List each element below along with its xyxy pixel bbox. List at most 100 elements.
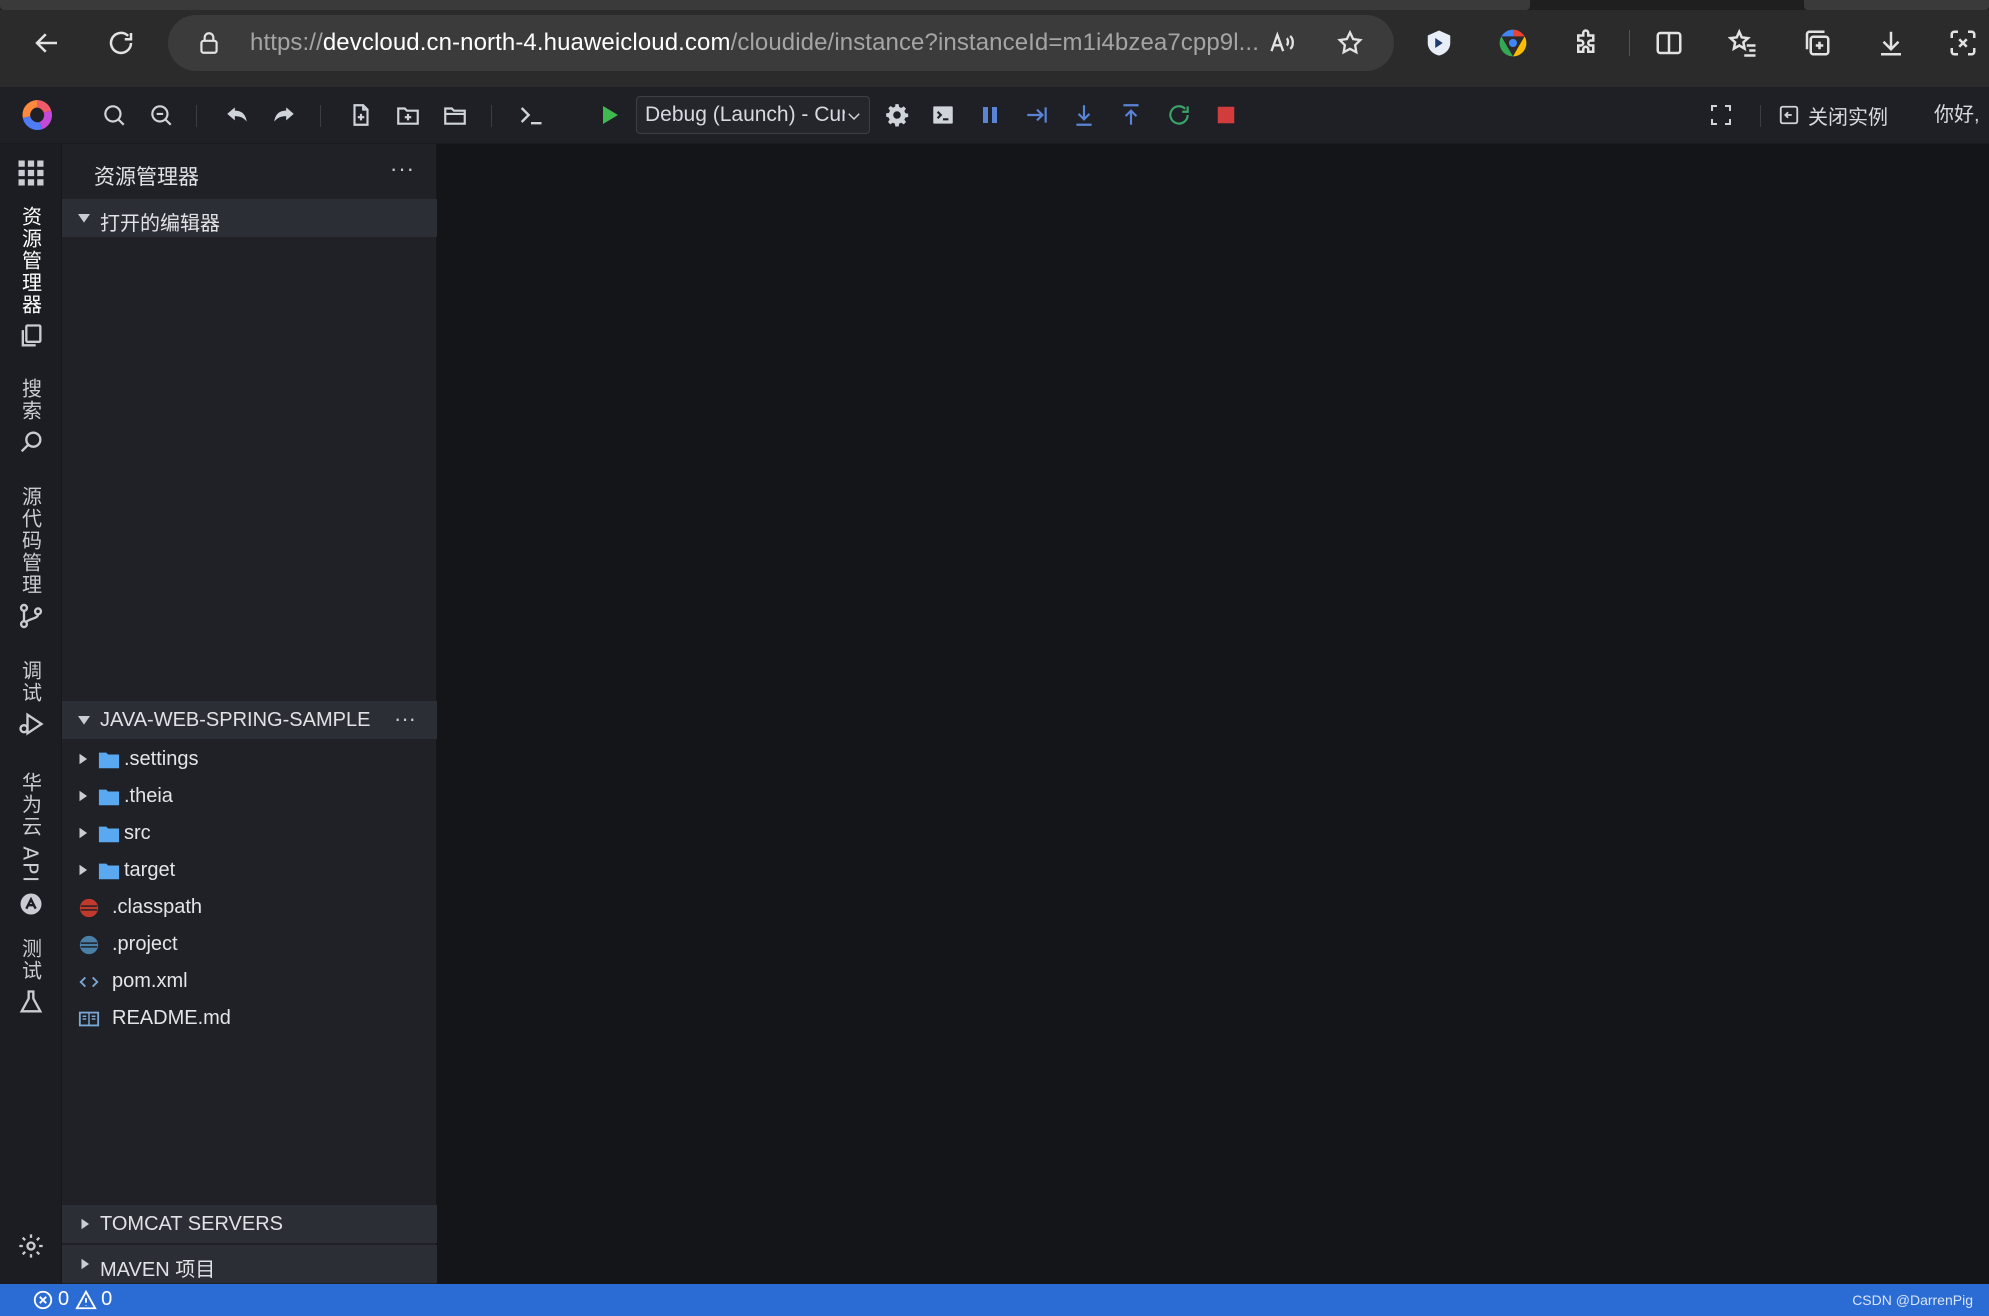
search-button[interactable] <box>95 96 133 134</box>
screenshot-button[interactable] <box>1940 20 1986 66</box>
restart-icon <box>1169 105 1189 125</box>
activity-explorer[interactable]: 资源管理器 <box>0 206 62 350</box>
extensions-button[interactable] <box>1564 20 1610 66</box>
back-button[interactable] <box>24 20 70 66</box>
warning-count: 0 <box>101 1288 113 1310</box>
panel-more-actions[interactable]: ··· <box>390 156 415 182</box>
url-host: devcloud.cn-north-4.huaweicloud.com <box>322 29 731 56</box>
puzzle-icon <box>1577 29 1595 53</box>
open-folder-button[interactable] <box>436 96 474 134</box>
debug-config-select[interactable]: Debug (Launch) - Curr <box>636 96 870 134</box>
terminal-button[interactable] <box>512 96 550 134</box>
favorites-button[interactable] <box>1720 20 1766 66</box>
tree-item-pom[interactable]: pom.xml <box>62 962 437 999</box>
activity-search-label: 搜索 <box>18 378 43 422</box>
extension-shield-button[interactable] <box>1416 20 1462 66</box>
pause-button[interactable] <box>971 96 1009 134</box>
url-text[interactable]: https://devcloud.cn-north-4.huaweicloud.… <box>250 29 1259 57</box>
ide-toolbar: Debug (Launch) - Curr 关闭实例 <box>0 87 1989 144</box>
step-over-button[interactable] <box>1018 96 1056 134</box>
debug-settings-button[interactable] <box>878 96 916 134</box>
tree-item-target[interactable]: target <box>62 851 437 888</box>
lock-icon[interactable] <box>196 30 222 56</box>
collections-icon <box>1805 30 1830 56</box>
color-extension-button[interactable] <box>1490 20 1536 66</box>
maven-projects-header[interactable]: MAVEN 项目 <box>62 1245 437 1283</box>
apps-grid-icon <box>18 160 44 186</box>
step-into-button[interactable] <box>1065 96 1103 134</box>
debug-console-button[interactable] <box>924 96 962 134</box>
new-folder-icon <box>397 107 419 125</box>
stop-button[interactable] <box>1207 96 1245 134</box>
inactive-tab-edge[interactable] <box>1804 0 1989 10</box>
activity-explorer-label: 资源管理器 <box>18 206 43 316</box>
favorite-star-icon[interactable] <box>1336 29 1364 57</box>
user-greeting[interactable]: 你好, <box>1934 98 1980 127</box>
close-instance-button[interactable]: 关闭实例 <box>1778 96 1888 134</box>
redo-button[interactable] <box>265 96 303 134</box>
new-file-button[interactable] <box>342 96 380 134</box>
screenshot-icon <box>1950 30 1976 56</box>
downloads-button[interactable] <box>1868 20 1914 66</box>
warning-triangle-icon <box>75 1289 97 1309</box>
caret-right-icon <box>79 827 88 839</box>
exit-icon <box>1779 105 1799 125</box>
tree-item-settings[interactable]: .settings <box>62 740 437 777</box>
activity-source-control[interactable]: 源代码管理 <box>0 486 62 630</box>
codearts-logo[interactable] <box>16 94 58 136</box>
tree-item-classpath[interactable]: .classpath <box>62 888 437 925</box>
caret-right-icon <box>79 790 88 802</box>
shield-extension-icon <box>1427 30 1451 56</box>
eclipse-classpath-icon <box>79 898 99 918</box>
tomcat-servers-header[interactable]: TOMCAT SERVERS <box>62 1205 437 1243</box>
fullscreen-button[interactable] <box>1702 96 1740 134</box>
activity-search[interactable]: 搜索 <box>0 378 62 456</box>
search-replace-button[interactable] <box>142 96 180 134</box>
folder-icon <box>98 863 120 880</box>
editor-area[interactable] <box>437 144 1989 1284</box>
split-screen-button[interactable] <box>1646 20 1692 66</box>
tree-item-theia[interactable]: .theia <box>62 777 437 814</box>
tree-item-src[interactable]: src <box>62 814 437 851</box>
tree-item-project[interactable]: .project <box>62 925 437 962</box>
chevron-down-icon <box>848 113 860 121</box>
open-editors-header[interactable]: 打开的编辑器 <box>62 199 437 237</box>
stop-icon <box>1217 106 1235 124</box>
gear-icon <box>886 104 909 127</box>
tree-item-label: .classpath <box>112 896 203 918</box>
address-bar[interactable]: https://devcloud.cn-north-4.huaweicloud.… <box>168 15 1394 71</box>
new-folder-button[interactable] <box>389 96 427 134</box>
apps-grid-button[interactable] <box>0 152 62 188</box>
tree-item-readme[interactable]: README.md <box>62 999 437 1036</box>
explorer-panel: 资源管理器 ··· 打开的编辑器 JAVA-WEB-SPRING-SAMPLE … <box>62 144 437 1284</box>
activity-debug[interactable]: 调试 <box>0 660 62 738</box>
folder-icon <box>98 789 120 806</box>
problems-indicator[interactable]: 0 0 <box>32 1288 112 1311</box>
folder-icon <box>98 752 120 769</box>
reload-button[interactable] <box>98 20 144 66</box>
activity-api-label: 华为云 API <box>18 772 43 884</box>
active-tab-edge[interactable] <box>0 0 1530 10</box>
caret-down-icon <box>78 214 90 223</box>
activity-test[interactable]: 测试 <box>0 938 62 1016</box>
pause-icon <box>983 107 997 123</box>
close-instance-label: 关闭实例 <box>1808 106 1888 129</box>
restart-button[interactable] <box>1160 96 1198 134</box>
project-header[interactable]: JAVA-WEB-SPRING-SAMPLE ··· <box>62 701 437 739</box>
run-debug-button[interactable] <box>590 96 628 134</box>
read-aloud-icon[interactable] <box>1268 29 1296 57</box>
browser-toolbar: https://devcloud.cn-north-4.huaweicloud.… <box>0 0 1989 87</box>
tree-item-label: .theia <box>124 785 173 807</box>
step-out-button[interactable] <box>1112 96 1150 134</box>
settings-button[interactable] <box>0 1226 62 1260</box>
redo-icon <box>274 107 294 122</box>
terminal-prompt-icon <box>520 107 542 125</box>
folder-icon <box>444 107 466 125</box>
maven-projects-label: MAVEN 项目 <box>100 1259 216 1281</box>
collections-button[interactable] <box>1794 20 1840 66</box>
arrow-left-icon <box>35 33 57 53</box>
activity-api[interactable]: 华为云 API <box>0 772 62 918</box>
undo-button[interactable] <box>218 96 256 134</box>
tree-item-label: target <box>124 859 176 881</box>
project-more-actions[interactable]: ··· <box>394 706 416 732</box>
